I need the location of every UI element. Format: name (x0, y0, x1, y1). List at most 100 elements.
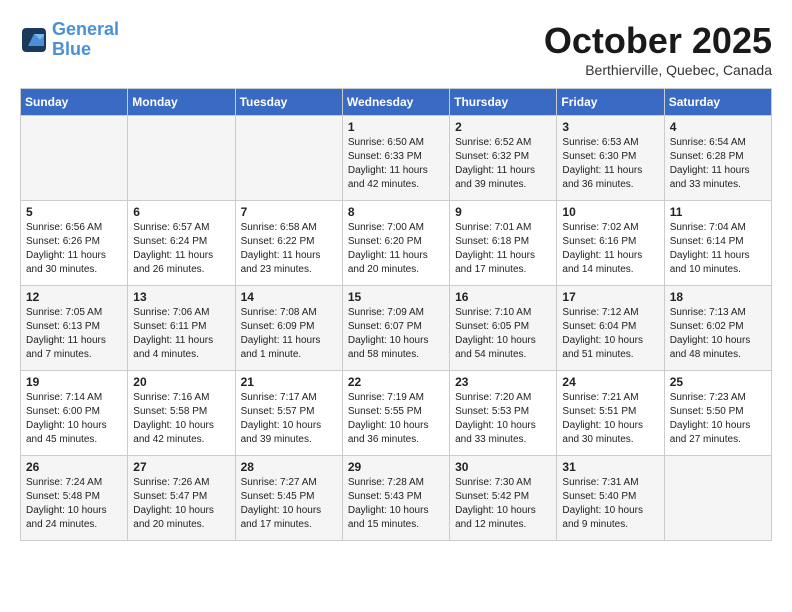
calendar-week-row: 26 Sunrise: 7:24 AM Sunset: 5:48 PM Dayli… (21, 456, 772, 541)
calendar-cell: 22 Sunrise: 7:19 AM Sunset: 5:55 PM Dayli… (342, 371, 449, 456)
day-number: 29 (348, 460, 444, 474)
day-number: 4 (670, 120, 766, 134)
title-block: October 2025 Berthierville, Quebec, Cana… (544, 20, 772, 78)
day-info: Sunrise: 7:26 AM Sunset: 5:47 PM Dayligh… (133, 476, 229, 532)
calendar-cell: 31 Sunrise: 7:31 AM Sunset: 5:40 PM Dayli… (557, 456, 664, 541)
day-info: Sunrise: 6:52 AM Sunset: 6:32 PM Dayligh… (455, 136, 551, 192)
day-info: Sunrise: 7:30 AM Sunset: 5:42 PM Dayligh… (455, 476, 551, 532)
day-number: 22 (348, 375, 444, 389)
day-info: Sunrise: 7:28 AM Sunset: 5:43 PM Dayligh… (348, 476, 444, 532)
weekday-header-saturday: Saturday (664, 89, 771, 116)
weekday-header-wednesday: Wednesday (342, 89, 449, 116)
day-number: 18 (670, 290, 766, 304)
day-number: 25 (670, 375, 766, 389)
day-number: 14 (241, 290, 337, 304)
calendar-cell: 6 Sunrise: 6:57 AM Sunset: 6:24 PM Daylig… (128, 201, 235, 286)
calendar-cell: 9 Sunrise: 7:01 AM Sunset: 6:18 PM Daylig… (450, 201, 557, 286)
day-info: Sunrise: 7:09 AM Sunset: 6:07 PM Dayligh… (348, 306, 444, 362)
calendar-cell: 30 Sunrise: 7:30 AM Sunset: 5:42 PM Dayli… (450, 456, 557, 541)
day-info: Sunrise: 7:27 AM Sunset: 5:45 PM Dayligh… (241, 476, 337, 532)
calendar-cell: 14Sunrise: 7:08 AM Sunset: 6:09 PM Dayli… (235, 286, 342, 371)
day-info: Sunrise: 7:01 AM Sunset: 6:18 PM Dayligh… (455, 221, 551, 277)
calendar-cell: 4 Sunrise: 6:54 AM Sunset: 6:28 PM Daylig… (664, 116, 771, 201)
day-info: Sunrise: 6:50 AM Sunset: 6:33 PM Dayligh… (348, 136, 444, 192)
day-number: 27 (133, 460, 229, 474)
day-number: 13 (133, 290, 229, 304)
day-number: 7 (241, 205, 337, 219)
calendar-cell: 8Sunrise: 7:00 AM Sunset: 6:20 PM Daylig… (342, 201, 449, 286)
day-info: Sunrise: 7:20 AM Sunset: 5:53 PM Dayligh… (455, 391, 551, 447)
day-number: 23 (455, 375, 551, 389)
day-number: 1 (348, 120, 444, 134)
day-info: Sunrise: 7:05 AM Sunset: 6:13 PM Dayligh… (26, 306, 122, 362)
weekday-header-tuesday: Tuesday (235, 89, 342, 116)
weekday-header-sunday: Sunday (21, 89, 128, 116)
day-info: Sunrise: 7:24 AM Sunset: 5:48 PM Dayligh… (26, 476, 122, 532)
weekday-header-thursday: Thursday (450, 89, 557, 116)
calendar-cell: 23 Sunrise: 7:20 AM Sunset: 5:53 PM Dayli… (450, 371, 557, 456)
logo-icon (20, 26, 48, 54)
day-info: Sunrise: 7:14 AM Sunset: 6:00 PM Dayligh… (26, 391, 122, 447)
day-info: Sunrise: 7:17 AM Sunset: 5:57 PM Dayligh… (241, 391, 337, 447)
day-number: 6 (133, 205, 229, 219)
weekday-header-friday: Friday (557, 89, 664, 116)
day-number: 17 (562, 290, 658, 304)
day-number: 30 (455, 460, 551, 474)
day-info: Sunrise: 7:23 AM Sunset: 5:50 PM Dayligh… (670, 391, 766, 447)
calendar-cell: 11 Sunrise: 7:04 AM Sunset: 6:14 PM Dayli… (664, 201, 771, 286)
calendar-table: SundayMondayTuesdayWednesdayThursdayFrid… (20, 88, 772, 541)
calendar-cell: 3 Sunrise: 6:53 AM Sunset: 6:30 PM Daylig… (557, 116, 664, 201)
calendar-cell: 17 Sunrise: 7:12 AM Sunset: 6:04 PM Dayli… (557, 286, 664, 371)
calendar-cell: 21Sunrise: 7:17 AM Sunset: 5:57 PM Dayli… (235, 371, 342, 456)
day-number: 2 (455, 120, 551, 134)
calendar-cell: 5 Sunrise: 6:56 AM Sunset: 6:26 PM Daylig… (21, 201, 128, 286)
calendar-cell: 16 Sunrise: 7:10 AM Sunset: 6:05 PM Dayli… (450, 286, 557, 371)
calendar-cell: 20 Sunrise: 7:16 AM Sunset: 5:58 PM Dayli… (128, 371, 235, 456)
day-info: Sunrise: 7:13 AM Sunset: 6:02 PM Dayligh… (670, 306, 766, 362)
day-info: Sunrise: 6:54 AM Sunset: 6:28 PM Dayligh… (670, 136, 766, 192)
calendar-cell: 27 Sunrise: 7:26 AM Sunset: 5:47 PM Dayli… (128, 456, 235, 541)
calendar-cell: 19 Sunrise: 7:14 AM Sunset: 6:00 PM Dayli… (21, 371, 128, 456)
day-info: Sunrise: 6:56 AM Sunset: 6:26 PM Dayligh… (26, 221, 122, 277)
day-info: Sunrise: 7:31 AM Sunset: 5:40 PM Dayligh… (562, 476, 658, 532)
day-number: 24 (562, 375, 658, 389)
day-info: Sunrise: 7:02 AM Sunset: 6:16 PM Dayligh… (562, 221, 658, 277)
day-number: 8 (348, 205, 444, 219)
day-number: 26 (26, 460, 122, 474)
calendar-cell (128, 116, 235, 201)
location: Berthierville, Quebec, Canada (544, 62, 772, 78)
day-number: 31 (562, 460, 658, 474)
calendar-cell: 29 Sunrise: 7:28 AM Sunset: 5:43 PM Dayli… (342, 456, 449, 541)
day-number: 19 (26, 375, 122, 389)
calendar-cell: 7 Sunrise: 6:58 AM Sunset: 6:22 PM Daylig… (235, 201, 342, 286)
day-info: Sunrise: 7:12 AM Sunset: 6:04 PM Dayligh… (562, 306, 658, 362)
day-info: Sunrise: 6:57 AM Sunset: 6:24 PM Dayligh… (133, 221, 229, 277)
day-number: 20 (133, 375, 229, 389)
day-info: Sunrise: 7:19 AM Sunset: 5:55 PM Dayligh… (348, 391, 444, 447)
weekday-header-row: SundayMondayTuesdayWednesdayThursdayFrid… (21, 89, 772, 116)
calendar-cell: 24 Sunrise: 7:21 AM Sunset: 5:51 PM Dayli… (557, 371, 664, 456)
calendar-week-row: 5 Sunrise: 6:56 AM Sunset: 6:26 PM Daylig… (21, 201, 772, 286)
calendar-cell (21, 116, 128, 201)
day-info: Sunrise: 7:21 AM Sunset: 5:51 PM Dayligh… (562, 391, 658, 447)
day-info: Sunrise: 6:58 AM Sunset: 6:22 PM Dayligh… (241, 221, 337, 277)
day-number: 3 (562, 120, 658, 134)
day-number: 16 (455, 290, 551, 304)
day-number: 9 (455, 205, 551, 219)
calendar-cell: 28Sunrise: 7:27 AM Sunset: 5:45 PM Dayli… (235, 456, 342, 541)
day-number: 10 (562, 205, 658, 219)
logo: General Blue (20, 20, 119, 60)
calendar-cell (664, 456, 771, 541)
day-info: Sunrise: 7:16 AM Sunset: 5:58 PM Dayligh… (133, 391, 229, 447)
day-info: Sunrise: 7:10 AM Sunset: 6:05 PM Dayligh… (455, 306, 551, 362)
day-number: 12 (26, 290, 122, 304)
day-info: Sunrise: 6:53 AM Sunset: 6:30 PM Dayligh… (562, 136, 658, 192)
calendar-cell: 10 Sunrise: 7:02 AM Sunset: 6:16 PM Dayli… (557, 201, 664, 286)
calendar-cell (235, 116, 342, 201)
calendar-week-row: 19 Sunrise: 7:14 AM Sunset: 6:00 PM Dayli… (21, 371, 772, 456)
day-info: Sunrise: 7:04 AM Sunset: 6:14 PM Dayligh… (670, 221, 766, 277)
day-number: 5 (26, 205, 122, 219)
day-number: 11 (670, 205, 766, 219)
calendar-cell: 26 Sunrise: 7:24 AM Sunset: 5:48 PM Dayli… (21, 456, 128, 541)
calendar-cell: 12 Sunrise: 7:05 AM Sunset: 6:13 PM Dayli… (21, 286, 128, 371)
